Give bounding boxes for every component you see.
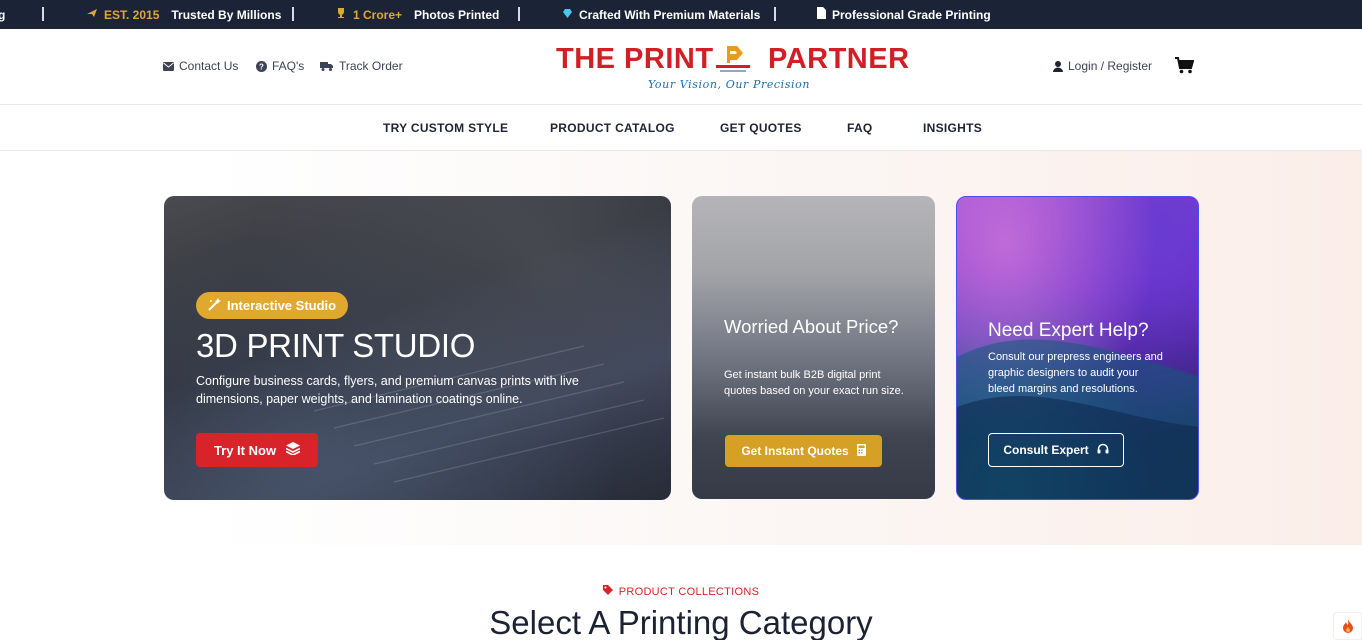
ticker-fragment: g	[0, 7, 6, 22]
ticker-separator	[42, 7, 44, 21]
print-studio-description: Configure business cards, flyers, and pr…	[196, 374, 579, 406]
brand-emblem-icon	[710, 43, 756, 77]
announcement-ticker: g EST. 2015 Trusted By Millions 1 Crore+…	[0, 0, 1362, 29]
product-collections-eyebrow: PRODUCT COLLECTIONS	[0, 585, 1362, 598]
ticker-item-established: EST. 2015 Trusted By Millions	[86, 0, 281, 29]
brand-name-left: THE PRINT	[556, 43, 714, 75]
ticker-text: Professional Grade Printing	[832, 7, 991, 22]
nav-item-product-catalog[interactable]: PRODUCT CATALOG	[550, 121, 675, 135]
try-it-now-button[interactable]: Try It Now	[196, 433, 318, 467]
plane-icon	[86, 7, 98, 22]
headset-icon	[1097, 443, 1109, 458]
ticker-item-printed: 1 Crore+ Photos Printed	[335, 0, 499, 29]
track-order-label: Track Order	[339, 59, 403, 73]
user-icon	[1053, 60, 1063, 72]
brand-tagline: Your Vision, Our Precision	[648, 78, 811, 91]
trophy-icon	[335, 7, 347, 22]
ticker-text: Photos Printed	[414, 7, 500, 22]
brand-logo[interactable]: THE PRINT PARTNER Your Vision, Our Preci…	[556, 43, 909, 95]
site-header: Contact Us ? FAQ's Track Order THE PRINT…	[0, 29, 1362, 105]
track-order-link[interactable]: Track Order	[320, 59, 403, 73]
ticker-highlight: 1 Crore+	[353, 7, 403, 22]
ticker-highlight: EST. 2015	[104, 7, 160, 22]
print-studio-title: 3D PRINT STUDIO	[196, 327, 476, 364]
diamond-icon	[562, 8, 573, 22]
tags-icon	[602, 585, 614, 598]
price-card-description: Get instant bulk B2B digital print quote…	[724, 369, 904, 397]
expert-card-title: Need Expert Help?	[988, 320, 1149, 341]
ticker-item-grade: Professional Grade Printing	[816, 0, 991, 29]
layers-icon	[285, 442, 301, 458]
calculator-icon	[856, 443, 866, 459]
get-instant-quotes-button[interactable]: Get Instant Quotes	[725, 435, 882, 467]
ticker-text: Trusted By Millions	[171, 7, 282, 22]
document-icon	[816, 7, 826, 22]
ticker-separator	[518, 7, 520, 21]
ticker-item-materials: Crafted With Premium Materials	[562, 0, 760, 29]
badge-label: Interactive Studio	[227, 298, 337, 313]
ticker-text: Crafted With Premium Materials	[579, 7, 761, 22]
section-title: Select A Printing Category	[489, 604, 873, 640]
get-instant-quotes-label: Get Instant Quotes	[741, 444, 849, 458]
consult-expert-button[interactable]: Consult Expert	[988, 433, 1124, 467]
magic-wand-icon	[208, 297, 221, 314]
ticker-separator	[774, 7, 776, 21]
question-circle-icon: ?	[256, 60, 267, 72]
nav-item-get-quotes[interactable]: GET QUOTES	[720, 121, 802, 135]
nav-item-insights[interactable]: INSIGHTS	[923, 121, 982, 135]
ticker-separator	[292, 7, 294, 21]
faqs-link[interactable]: ? FAQ's	[256, 59, 304, 73]
nav-item-faq[interactable]: FAQ	[847, 121, 873, 135]
cart-icon[interactable]	[1175, 57, 1195, 79]
consult-expert-label: Consult Expert	[1003, 443, 1089, 457]
envelope-icon	[163, 61, 174, 71]
main-navigation: TRY CUSTOM STYLE PRODUCT CATALOG GET QUO…	[0, 105, 1362, 151]
flame-icon[interactable]	[1333, 612, 1362, 640]
truck-icon	[320, 61, 334, 71]
expert-card-description: Consult our prepress engineers and graph…	[988, 351, 1163, 395]
login-register-link[interactable]: Login / Register	[1053, 59, 1152, 73]
try-it-now-label: Try It Now	[213, 442, 277, 458]
contact-us-label: Contact Us	[179, 59, 239, 73]
svg-text:?: ?	[259, 62, 264, 71]
contact-us-link[interactable]: Contact Us	[163, 59, 238, 73]
faqs-label: FAQ's	[272, 59, 305, 73]
nav-item-try-custom-style[interactable]: TRY CUSTOM STYLE	[383, 121, 508, 135]
abstract-wave-image	[957, 339, 1198, 499]
login-register-label: Login / Register	[1068, 59, 1153, 73]
eyebrow-label: PRODUCT COLLECTIONS	[618, 585, 760, 598]
interactive-studio-badge: Interactive Studio	[196, 292, 349, 319]
brand-name-right: PARTNER	[768, 43, 910, 75]
price-card-title: Worried About Price?	[724, 316, 899, 337]
